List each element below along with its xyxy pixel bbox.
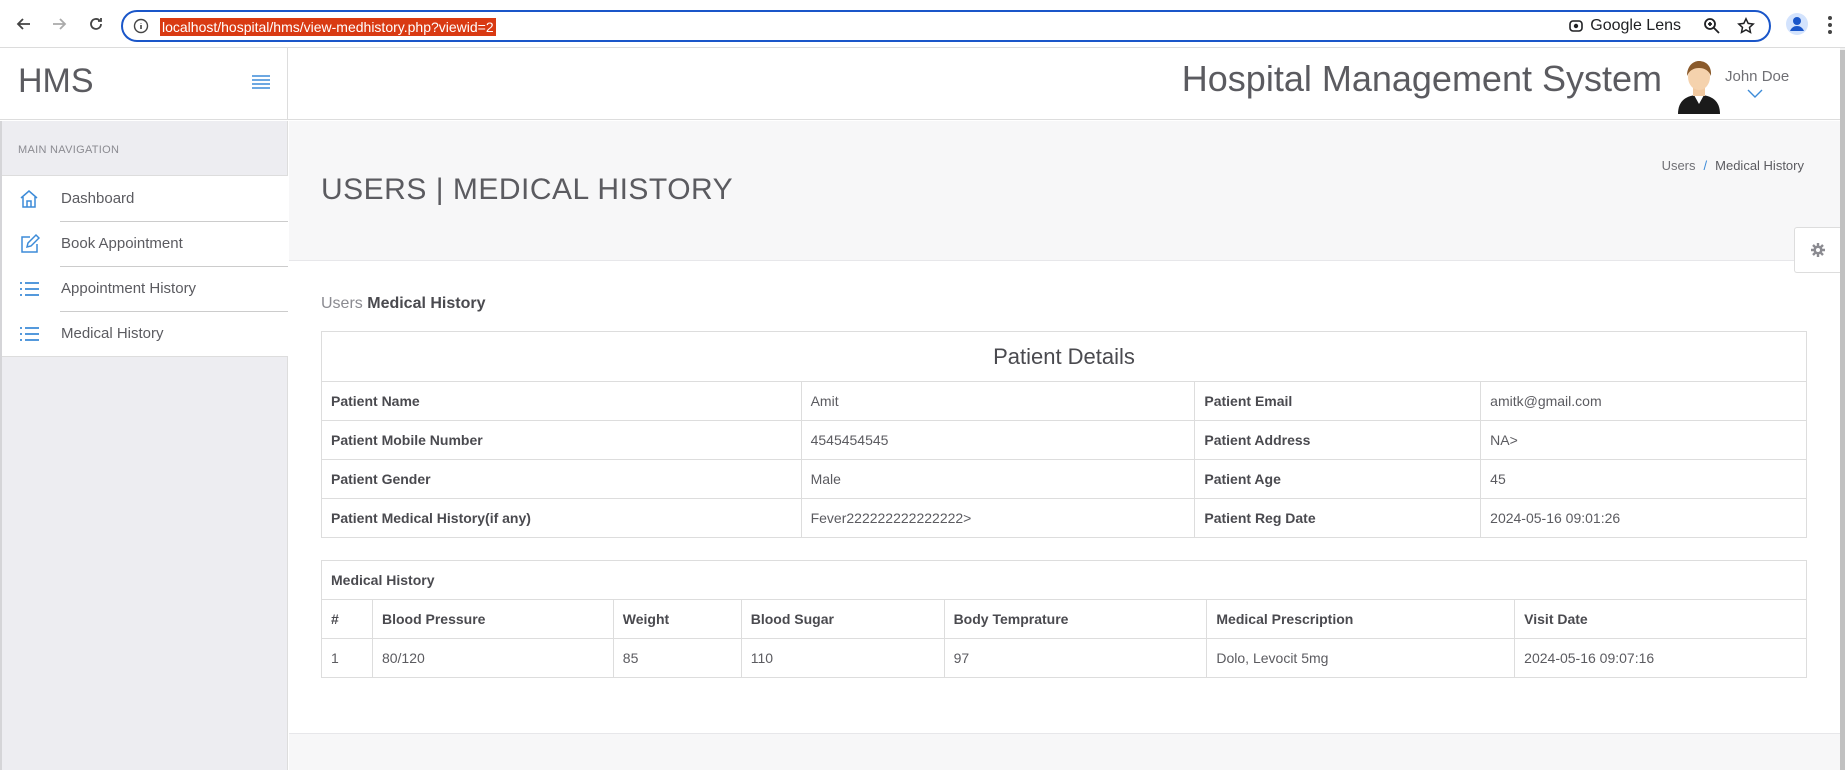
sidebar-item-book-appointment[interactable]: Book Appointment (2, 221, 288, 266)
site-info-icon[interactable] (133, 18, 149, 34)
main-content: USERS | MEDICAL HISTORY Users / Medical Hi… (289, 121, 1842, 770)
field-value: Male (800, 459, 1196, 499)
lens-icon (1569, 20, 1584, 32)
field-value: NA> (1480, 420, 1807, 460)
gear-icon (1811, 243, 1825, 257)
page-header: USERS | MEDICAL HISTORY Users / Medical Hi… (289, 121, 1840, 261)
table-cell: 97 (943, 638, 1208, 678)
table-caption-row: Medical History (321, 560, 1807, 600)
lens-label: Google Lens (1590, 17, 1681, 34)
field-value: Amit (800, 381, 1196, 421)
settings-toggle[interactable] (1794, 227, 1842, 273)
breadcrumb: Users / Medical History (1662, 158, 1804, 173)
edit-icon (21, 233, 40, 253)
section-title-main: Medical History (367, 295, 486, 312)
field-label: Patient Address (1194, 420, 1482, 460)
brand-logo-text[interactable]: HMS (18, 62, 94, 101)
field-value: 45 (1480, 459, 1807, 499)
user-avatar[interactable] (1676, 60, 1722, 114)
sidebar: MAIN NAVIGATION Dashboard Book Appointme… (0, 121, 288, 770)
table-cell: 85 (612, 638, 742, 678)
table-row: Patient Gender Male Patient Age 45 (321, 459, 1807, 499)
scrollbar-thumb[interactable] (1840, 50, 1845, 770)
table-cell: Dolo, Levocit 5mg (1206, 638, 1516, 678)
sidebar-item-label: Book Appointment (61, 235, 183, 252)
column-header: Weight (612, 599, 742, 639)
section-title-prefix: Users (321, 295, 363, 312)
table-header-row: # Blood Pressure Weight Blood Sugar Body… (321, 599, 1807, 639)
back-arrow-icon[interactable] (12, 12, 36, 36)
address-bar[interactable]: localhost/hospital/hms/view-medhistory.p… (121, 10, 1771, 42)
sidebar-item-label: Dashboard (61, 190, 135, 207)
chevron-down-icon[interactable] (1746, 87, 1764, 99)
column-header: Body Temprature (943, 599, 1208, 639)
field-label: Patient Mobile Number (321, 420, 802, 460)
patient-details-caption: Patient Details (321, 331, 1807, 382)
column-header: # (321, 599, 373, 639)
table-row: Patient Mobile Number 4545454545 Patient… (321, 420, 1807, 460)
field-label: Patient Age (1194, 459, 1482, 499)
table-row: Patient Medical History(if any) Fever222… (321, 498, 1807, 538)
breadcrumb-current: Medical History (1715, 158, 1804, 173)
profile-icon[interactable] (1785, 12, 1809, 36)
field-label: Patient Medical History(if any) (321, 498, 802, 538)
nav-list: Dashboard Book Appointment Appointment H… (2, 175, 288, 357)
system-title: Hospital Management System (1181, 58, 1662, 99)
sidebar-item-dashboard[interactable]: Dashboard (2, 176, 288, 221)
table-cell: 110 (740, 638, 945, 678)
bookmark-star-icon[interactable] (1737, 17, 1755, 35)
field-label: Patient Email (1194, 381, 1482, 421)
column-header: Blood Pressure (371, 599, 614, 639)
sidebar-item-label: Medical History (61, 325, 164, 342)
browser-toolbar: localhost/hospital/hms/view-medhistory.p… (0, 0, 1845, 48)
medical-history-caption: Medical History (321, 560, 1807, 600)
table-caption-row: Patient Details (321, 331, 1807, 382)
list-icon (20, 327, 39, 341)
column-header: Medical Prescription (1206, 599, 1516, 639)
page-title: USERS | MEDICAL HISTORY (321, 173, 734, 206)
browser-menu-icon[interactable] (1822, 14, 1838, 36)
field-value: 4545454545 (800, 420, 1196, 460)
sidebar-item-medical-history[interactable]: Medical History (2, 311, 288, 356)
footer-band (289, 733, 1840, 770)
field-label: Patient Name (321, 381, 802, 421)
list-icon (20, 282, 39, 296)
table-cell: 80/120 (371, 638, 614, 678)
user-name[interactable]: John Doe (1725, 68, 1789, 85)
zoom-icon[interactable] (1703, 17, 1721, 35)
brand-area: HMS (0, 48, 288, 120)
app-header: HMS Hospital Management System John Doe (0, 48, 1840, 120)
table-cell: 2024-05-16 09:07:16 (1514, 638, 1807, 678)
breadcrumb-users[interactable]: Users (1662, 158, 1696, 173)
url-text[interactable]: localhost/hospital/hms/view-medhistory.p… (160, 18, 496, 36)
field-label: Patient Gender (321, 459, 802, 499)
patient-details-table: Patient Details Patient Name Amit Patien… (321, 331, 1807, 538)
medical-history-table: Medical History # Blood Pressure Weight … (321, 560, 1807, 678)
column-header: Blood Sugar (740, 599, 945, 639)
field-value: Fever222222222222222> (800, 498, 1196, 538)
breadcrumb-separator: / (1703, 158, 1708, 173)
field-label: Patient Reg Date (1194, 498, 1482, 538)
field-value: 2024-05-16 09:01:26 (1480, 498, 1807, 538)
reload-icon[interactable] (84, 12, 108, 36)
section-title: Users Medical History (321, 295, 486, 313)
column-header: Visit Date (1514, 599, 1807, 639)
table-row: 1 80/120 85 110 97 Dolo, Levocit 5mg 202… (321, 638, 1807, 678)
menu-toggle-icon[interactable] (251, 72, 271, 92)
google-lens-button[interactable]: Google Lens (1568, 17, 1681, 35)
home-icon (20, 190, 38, 208)
table-cell: 1 (321, 638, 373, 678)
nav-heading: MAIN NAVIGATION (18, 144, 120, 156)
field-value: amitk@gmail.com (1480, 381, 1807, 421)
sidebar-item-appointment-history[interactable]: Appointment History (2, 266, 288, 311)
table-row: Patient Name Amit Patient Email amitk@gm… (321, 381, 1807, 421)
forward-arrow-icon[interactable] (47, 12, 71, 36)
sidebar-item-label: Appointment History (61, 280, 197, 297)
